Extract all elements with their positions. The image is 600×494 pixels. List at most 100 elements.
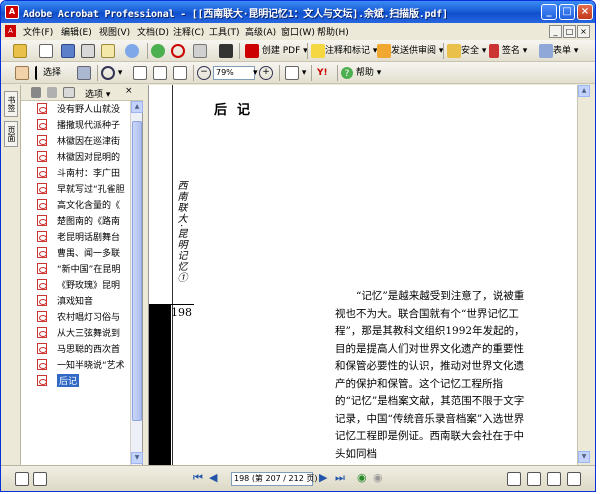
bookmarks-scrollbar[interactable]: ▲ ▼ [130,101,143,465]
status-bar: ⏮ ◀ 198 (第 207 / 212 页) ▶ ⏭ ◉ ◉ [1,465,595,491]
list-item[interactable]: 曹禺、闻一多联 [21,245,131,260]
comment-markup-button[interactable]: 注释和标记 ▾ [311,43,377,59]
list-item[interactable]: 农村唱灯习俗与 [21,309,131,324]
list-item[interactable]: 《野玫瑰》昆明 [21,277,131,292]
options-menu-button[interactable]: 选项 ▾ [85,87,110,100]
create-from-file-icon[interactable] [39,43,53,59]
page-number-field[interactable]: 198 (第 207 / 212 页) [231,472,317,486]
next-page-icon[interactable]: ▶ [319,471,327,484]
maximize-button[interactable]: □ [559,4,575,20]
list-item[interactable]: 马思聪的西次首 [21,341,131,356]
previous-view-icon[interactable] [151,43,165,59]
bookmark-icon [37,311,47,322]
list-item[interactable]: 楚图南的《路南 [21,213,131,228]
bookmarks-pane: 选项 ▾ × 没有野人山就没 播撒现代派种子 林徽因在巡津街 林徽因对昆明的 斗… [21,85,143,465]
tab-bookmarks[interactable]: 书签 [4,91,18,117]
lock-icon [447,43,461,58]
zoom-in-small-icon[interactable]: + [259,65,273,81]
menu-file[interactable]: 文件(F) [23,25,53,38]
menu-view[interactable]: 视图(V) [99,25,130,38]
list-item[interactable]: 高文化含量的《 [21,197,131,212]
list-item[interactable]: 从大三弦舞说到 [21,325,131,340]
link-icon[interactable] [125,43,139,59]
scroll-down-arrow[interactable]: ▼ [131,452,143,464]
tab-pages[interactable]: 页面 [4,121,18,147]
list-item[interactable]: 斗南村：李广田 [21,165,131,180]
continuous-icon[interactable] [527,472,541,486]
hand-tool-icon[interactable] [15,65,29,81]
list-item-selected[interactable]: 后记 [21,373,131,388]
close-pane-icon[interactable]: × [125,86,133,96]
secure-button[interactable]: 安全 ▾ [447,43,486,59]
menu-edit[interactable]: 编辑(E) [61,25,92,38]
delete-bookmark-icon[interactable] [31,87,41,98]
page-size-icon[interactable] [15,472,29,486]
scroll-up-arrow[interactable]: ▲ [578,85,590,97]
doc-restore-button[interactable]: □ [563,25,576,38]
expand-bookmark-icon[interactable] [63,87,75,98]
fit-width-icon[interactable] [173,65,187,81]
last-page-icon[interactable]: ⏭ [335,471,345,485]
list-item[interactable]: 林徽因在巡津街 [21,133,131,148]
attachment-icon[interactable] [193,43,207,59]
menu-document[interactable]: 文档(D) [137,25,169,38]
continuous-facing-icon[interactable] [567,472,581,486]
email-icon[interactable] [101,43,115,59]
zoom-in-icon[interactable]: ▾ [101,65,122,81]
doc-close-button[interactable]: × [577,25,590,38]
minimize-button[interactable]: _ [541,4,557,20]
next-view-icon[interactable]: ◉ [373,471,383,484]
list-item[interactable]: 早就写过“孔雀胆 [21,181,131,196]
bookmark-icon [37,199,47,210]
facing-icon[interactable] [547,472,561,486]
menu-tools[interactable]: 工具(T) [209,25,240,38]
snapshot-icon[interactable] [77,65,91,81]
sign-button[interactable]: 签名 ▾ [489,43,527,59]
document-view[interactable]: 西南联大·昆明记忆① 198 后记 “记忆”是越来越受到注意了，说被重视也不为大… [149,85,577,465]
menu-window[interactable]: 窗口(W) [281,25,315,38]
new-bookmark-icon[interactable] [47,87,57,98]
zoom-out-icon[interactable]: − [197,65,211,81]
open-icon[interactable] [13,43,27,59]
actual-size-icon[interactable] [133,65,147,81]
rotate-view-icon[interactable]: ▾ [285,65,306,81]
close-button[interactable]: × [577,4,593,20]
previous-page-icon[interactable]: ◀ [209,471,217,484]
single-page-icon[interactable] [507,472,521,486]
organizer-icon[interactable] [219,43,233,59]
save-icon[interactable] [61,43,75,59]
list-item[interactable]: “新中国”在昆明 [21,261,131,276]
scroll-up-arrow[interactable]: ▲ [131,101,143,113]
menu-help[interactable]: 帮助(H) [317,25,349,38]
doc-minimize-button[interactable]: _ [549,25,562,38]
list-item[interactable]: 滇戏知音 [21,293,131,308]
zoom-level-field[interactable]: 79% [213,66,255,80]
list-item[interactable]: 林徽因对昆明的 [21,149,131,164]
list-item[interactable]: 播撒现代派种子 [21,117,131,132]
search-icon[interactable] [171,43,185,59]
scroll-down-arrow[interactable]: ▼ [578,451,590,463]
document-scrollbar[interactable]: ▲ ▼ [577,85,591,465]
yahoo-toolbar-icon[interactable]: Y! [317,65,328,81]
first-page-icon[interactable]: ⏮ [193,471,203,485]
help-button[interactable]: ? 帮助 ▾ [341,65,381,81]
list-item[interactable]: 一知半晓说“艺术 [21,357,131,372]
menu-comment[interactable]: 注释(C) [173,25,204,38]
print-icon[interactable] [81,43,95,59]
send-review-button[interactable]: 发送供审阅 ▾ [377,43,443,59]
acrobat-app-icon[interactable]: A [5,5,19,19]
menu-advanced[interactable]: 高级(A) [245,25,276,38]
previous-view-icon[interactable]: ◉ [357,471,367,484]
scroll-thumb[interactable] [132,121,142,421]
doc-menu-icon[interactable]: A [5,25,16,37]
list-item[interactable]: 老昆明话剧舞台 [21,229,131,244]
forms-button[interactable]: 表单 ▾ [539,43,578,59]
layout-icon[interactable] [33,472,47,486]
acrobat-window: A Adobe Acrobat Professional - [[西南联大·昆明… [0,0,596,492]
zoom-dropdown-arrow[interactable]: ▾ [253,65,258,81]
create-pdf-button[interactable]: 创建 PDF ▾ [245,43,308,59]
list-item[interactable]: 没有野人山就没 [21,101,131,116]
select-tool-button[interactable]: 选择 [35,65,61,81]
fit-page-icon[interactable] [153,65,167,81]
title-bar[interactable]: A Adobe Acrobat Professional - [[西南联大·昆明… [1,1,595,23]
